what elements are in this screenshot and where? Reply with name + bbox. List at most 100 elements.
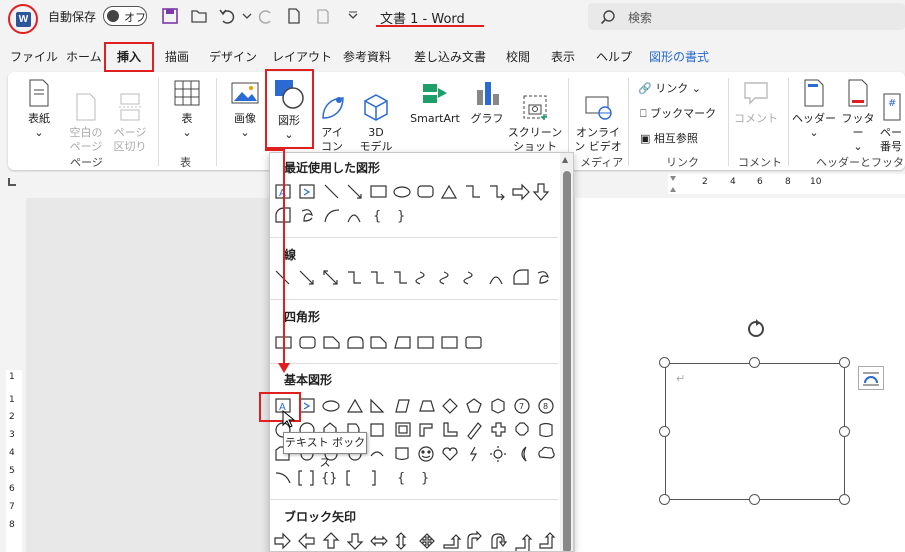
search-box[interactable]: 検索 [588,3,905,30]
customize-qat-icon[interactable] [344,7,362,25]
tab-mailings[interactable]: 差し込み文書 [414,48,486,65]
3d-models-label: 3D モデル [359,126,393,153]
new-doc-icon[interactable] [285,7,303,25]
block-arrows-row [270,530,560,552]
page-number-icon: # [883,93,901,121]
footer-label: フッター [841,112,875,139]
basic-shapes-row-4: {} { } [270,467,560,489]
rotate-handle-icon[interactable] [745,318,767,340]
svg-text:}: } [397,209,405,224]
page-break-button[interactable]: ページ 区切り [108,78,152,168]
undo-icon[interactable] [218,7,236,25]
resize-handle[interactable] [749,357,760,368]
image-button[interactable]: 画像 ⌄ [224,78,266,140]
cross-reference-icon: ▣ [640,132,651,145]
ruler-number: 6 [9,484,15,494]
chevron-down-icon: ⌄ [240,126,250,139]
group-label-media: メディア [580,156,624,169]
layout-options-button[interactable] [858,366,884,390]
tab-selector[interactable] [8,178,16,186]
resize-handle[interactable] [659,494,670,505]
resize-handle[interactable] [659,426,670,437]
title-underline [376,25,484,27]
cross-reference-label: 相互参照 [653,132,698,145]
tab-shape-format[interactable]: 図形の書式 [649,48,709,65]
tab-file[interactable]: ファイル [10,48,58,65]
redo-icon[interactable] [257,7,275,25]
tab-view[interactable]: 表示 [551,48,575,65]
cover-page-label: 表紙 [28,112,50,125]
comment-button[interactable]: コメント [732,78,780,126]
table-button[interactable]: 表 ⌄ [166,78,208,140]
online-video-label: オンライ ン ビデオ [574,126,622,153]
basic-shapes-row-1: A 7 8 [270,395,560,417]
vertical-ruler[interactable]: 1 1 2 3 4 5 6 7 8 [0,198,26,552]
icons-label: アイ コン [321,126,343,153]
smartart-button[interactable]: SmartArt [402,78,468,126]
recent-shapes-icons-2[interactable]: { } [270,205,560,227]
smartart-label: SmartArt [410,112,460,125]
link-button[interactable]: 🔗 リンク ⌄ [638,80,701,96]
rectangle-shapes-icons[interactable] [270,332,560,354]
tab-help[interactable]: ヘルプ [596,48,632,65]
basic-shapes-icons-4[interactable]: {} { } [270,467,560,489]
section-divider [270,299,558,300]
undo-dropdown-icon[interactable] [238,7,256,25]
header-button[interactable]: ヘッダー ⌄ [792,78,836,140]
recent-shapes-icons[interactable]: A [270,181,560,203]
scrollbar-thumb[interactable] [563,171,571,551]
svg-text:}: } [421,471,429,486]
svg-text:7: 7 [519,402,524,411]
page-break-label: ページ 区切り [113,126,147,153]
print-icon[interactable] [314,7,332,25]
scroll-up-icon[interactable]: ▲ [562,155,568,164]
save-icon[interactable] [161,7,179,25]
resize-handle[interactable] [749,494,760,505]
blank-page-icon [76,93,96,121]
annotation-arrow-line [265,149,285,151]
chart-label: グラフ [470,112,504,125]
tab-review[interactable]: 校閲 [506,48,530,65]
table-icon [174,80,200,106]
folder-icon[interactable] [190,7,208,25]
svg-text:{: { [373,209,381,224]
link-icon: 🔗 [638,82,652,95]
resize-handle[interactable] [659,357,670,368]
word-app-icon[interactable]: W [8,4,38,34]
resize-handle[interactable] [839,494,850,505]
tab-layout[interactable]: レイアウト [272,48,332,65]
group-label-page: ページ [70,156,103,169]
group-divider [628,78,629,166]
chevron-down-icon: ⌄ [809,126,819,139]
section-divider [270,499,558,500]
resize-handle[interactable] [839,357,850,368]
image-label: 画像 [234,112,256,125]
shapes-gallery: 最近使用した図形 A [269,152,574,552]
chevron-down-icon: ⌄ [691,82,701,95]
chart-button[interactable]: グラフ [468,78,506,126]
block-arrow-shapes-icons[interactable] [270,530,560,552]
tab-design[interactable]: デザイン [209,48,257,65]
bookmark-button[interactable]: ⎕ ブックマーク [640,105,716,121]
chevron-down-icon: ⌄ [34,126,44,139]
line-shapes-icons[interactable] [270,267,560,289]
text-box-shape[interactable] [665,363,845,500]
cross-reference-button[interactable]: ▣ 相互参照 [640,130,698,146]
tab-home[interactable]: ホーム [66,48,102,65]
autosave-state: オフ [124,11,146,24]
basic-shapes-icons-1[interactable]: A 7 8 [270,395,560,417]
group-divider [216,78,217,166]
blank-page-label: 空白の ページ [69,126,103,153]
ruler-number: 6 [757,177,763,187]
gallery-scrollbar[interactable]: ▲ [560,153,573,551]
svg-text:{: { [397,471,405,486]
cover-page-button[interactable]: 表紙 ⌄ [14,78,64,140]
autosave-toggle[interactable]: オフ [103,6,147,26]
3d-cube-icon [364,94,388,121]
resize-handle[interactable] [839,426,850,437]
tab-draw[interactable]: 描画 [165,48,189,65]
ruler-number: 8 [9,520,15,530]
lines-row [270,267,560,289]
tab-references[interactable]: 参考資料 [343,48,391,65]
footer-button[interactable]: フッター ⌄ [838,78,878,154]
